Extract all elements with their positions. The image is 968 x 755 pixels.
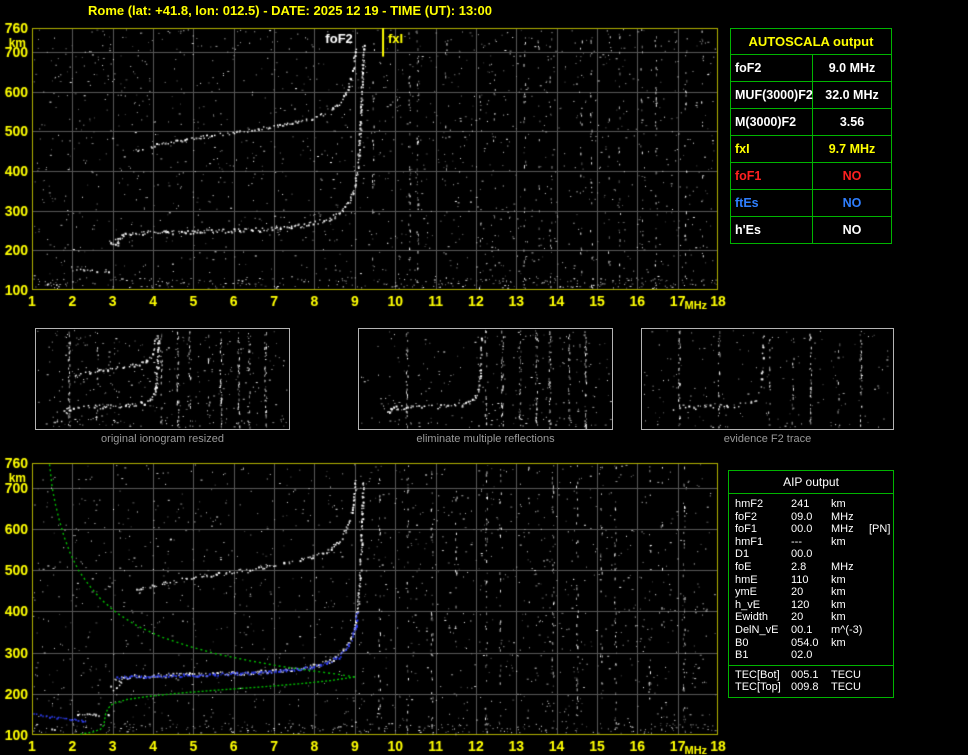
aip-row-fof2: foF2 09.0 MHz (735, 511, 893, 524)
autoscala-row-ftes: ftEs NO (731, 190, 891, 217)
aip-tec-section: TEC[Bot] 005.1 TECU TEC[Top] 009.8 TECU (729, 664, 893, 697)
param-value: NO (842, 169, 862, 183)
aip-unit: m^(-3) (831, 623, 863, 636)
aip-note: [PN] (869, 523, 891, 536)
thumbnail-no-multiples-canvas (358, 328, 613, 430)
param-label: foF2 (731, 55, 813, 81)
thumbnail-f2-trace-canvas (641, 328, 894, 430)
aip-value: 054.0 (791, 636, 819, 649)
param-label: fxI (731, 136, 813, 162)
autoscala-table: AUTOSCALA output foF2 9.0 MHz MUF(3000)F… (730, 28, 892, 244)
aip-row-tecbot: TEC[Bot] 005.1 TECU (735, 669, 893, 682)
autoscala-row-muf: MUF(3000)F2 32.0 MHz (731, 82, 891, 109)
aip-row-hmf2: hmF2 241 km (735, 498, 893, 511)
aip-unit: MHz (831, 523, 854, 536)
param-value: 9.7 MHz (828, 142, 876, 156)
autoscala-title: AUTOSCALA output (731, 29, 891, 55)
aip-param: ymE (735, 586, 757, 599)
aip-unit: km (831, 573, 846, 586)
param-value: 9.0 MHz (828, 61, 876, 75)
aip-param: TEC[Bot] (735, 668, 780, 681)
main-ionogram-canvas (0, 18, 730, 314)
aip-value: 241 (791, 498, 810, 510)
param-label: MUF(3000)F2 (731, 82, 813, 108)
aip-row-fof1: foF1 00.0 MHz [PN] (735, 523, 893, 536)
param-label: M(3000)F2 (731, 109, 813, 135)
aip-param: foE (735, 560, 752, 573)
aip-param: Ewidth (735, 611, 769, 624)
profile-ionogram-canvas (0, 455, 730, 755)
aip-row-b1: B1 02.0 (735, 649, 893, 662)
aip-value: 00.1 (791, 623, 813, 636)
aip-unit: km (831, 498, 846, 510)
caption-no-multiples: eliminate multiple reflections (416, 433, 555, 445)
aip-value: 2.8 (791, 560, 807, 573)
autoscala-row-fxi: fxI 9.7 MHz (731, 136, 891, 163)
aip-rows: hmF2 241 km foF2 09.0 MHz foF1 00.0 MHz … (729, 494, 893, 665)
aip-param: foF1 (735, 523, 758, 536)
aip-row-yme: ymE 20 km (735, 586, 893, 599)
aip-unit: MHz (831, 560, 854, 573)
aip-row-d1: D1 00.0 (735, 548, 893, 561)
aip-unit: km (831, 586, 846, 599)
aip-value: 009.8 (791, 681, 819, 694)
aip-value: 09.0 (791, 510, 813, 523)
aip-row-hme: hmE 110 km (735, 574, 893, 587)
aip-unit: TECU (831, 668, 861, 681)
ionogram-app: Rome (lat: +41.8, lon: 012.5) - DATE: 20… (0, 0, 968, 755)
aip-title: AIP output (729, 471, 893, 494)
aip-row-foe: foE 2.8 MHz (735, 561, 893, 574)
param-value: NO (842, 223, 862, 237)
autoscala-row-fof2: foF2 9.0 MHz (731, 55, 891, 82)
autoscala-row-m3000: M(3000)F2 3.56 (731, 109, 891, 136)
aip-param: h_vE (735, 598, 761, 611)
caption-original: original ionogram resized (101, 433, 224, 445)
aip-unit: km (831, 611, 846, 624)
aip-row-hve: h_vE 120 km (735, 599, 893, 612)
aip-row-tectop: TEC[Top] 009.8 TECU (735, 681, 893, 694)
param-label: h'Es (731, 217, 813, 243)
aip-value: 00.0 (791, 523, 813, 536)
param-value: NO (842, 196, 862, 210)
aip-param: B0 (735, 636, 749, 649)
autoscala-row-hes: h'Es NO (731, 217, 891, 243)
aip-unit: km (831, 598, 846, 611)
aip-param: hmF2 (735, 498, 764, 510)
aip-value: 00.0 (791, 548, 813, 561)
param-value: 32.0 MHz (825, 88, 879, 102)
aip-unit: km (831, 535, 846, 548)
aip-param: B1 (735, 649, 749, 662)
aip-param: D1 (735, 548, 750, 561)
aip-value: 20 (791, 586, 804, 599)
station-header: Rome (lat: +41.8, lon: 012.5) - DATE: 20… (88, 3, 492, 18)
autoscala-row-fof1: foF1 NO (731, 163, 891, 190)
aip-value: 005.1 (791, 668, 819, 681)
aip-param: TEC[Top] (735, 681, 781, 694)
aip-row-b0: B0 054.0 km (735, 637, 893, 650)
aip-value: 120 (791, 598, 810, 611)
aip-table: AIP output hmF2 241 km foF2 09.0 MHz foF… (728, 470, 894, 698)
aip-unit: km (831, 636, 846, 649)
caption-f2-trace: evidence F2 trace (723, 433, 812, 445)
param-label: foF1 (731, 163, 813, 189)
thumbnail-original-canvas (35, 328, 290, 430)
param-label: ftEs (731, 190, 813, 216)
param-value: 3.56 (839, 115, 865, 129)
aip-param: foF2 (735, 510, 758, 523)
aip-unit: MHz (831, 510, 854, 523)
aip-param: hmF1 (735, 535, 764, 548)
aip-param: hmE (735, 573, 758, 586)
aip-value: 110 (791, 573, 809, 586)
aip-param: DelN_vE (735, 623, 779, 636)
aip-unit: TECU (831, 681, 861, 694)
aip-value: 02.0 (791, 649, 813, 662)
aip-value: --- (791, 535, 802, 548)
aip-unit (831, 548, 869, 561)
aip-row-delnve: DelN_vE 00.1 m^(-3) (735, 624, 893, 637)
aip-row-hmf1: hmF1 --- km (735, 536, 893, 549)
aip-value: 20 (791, 611, 804, 624)
aip-unit (831, 649, 869, 662)
aip-row-ewidth: Ewidth 20 km (735, 611, 893, 624)
